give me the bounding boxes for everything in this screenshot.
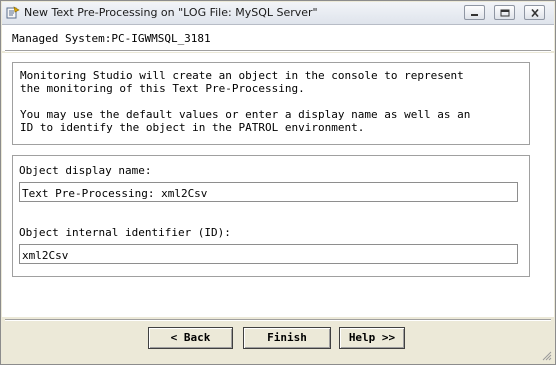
window-title: New Text Pre-Processing on "LOG File: My…	[24, 6, 318, 19]
display-name-input[interactable]	[19, 182, 518, 202]
minimize-icon	[471, 14, 478, 16]
close-button[interactable]	[524, 5, 545, 20]
info-paragraph-1: Monitoring Studio will create an object …	[20, 69, 464, 95]
maximize-button[interactable]	[494, 5, 515, 20]
finish-button[interactable]: Finish	[243, 327, 331, 349]
patrol-app-icon	[6, 6, 20, 19]
header-divider	[5, 50, 551, 52]
display-name-label: Object display name:	[19, 164, 152, 177]
managed-system-header: Managed System:PC-IGWMSQL_3181	[2, 25, 554, 51]
wizard-content: Monitoring Studio will create an object …	[2, 53, 554, 317]
object-id-label: Object internal identifier (ID):	[19, 226, 231, 239]
close-icon	[531, 9, 539, 17]
object-fields-panel: Object display name: Object internal ide…	[12, 155, 530, 277]
title-bar[interactable]: New Text Pre-Processing on "LOG File: My…	[2, 2, 554, 25]
footer-divider	[5, 319, 551, 321]
object-id-input[interactable]	[19, 244, 518, 264]
dialog-window: New Text Pre-Processing on "LOG File: My…	[0, 0, 556, 365]
info-paragraph-2: You may use the default values or enter …	[20, 108, 471, 134]
info-panel: Monitoring Studio will create an object …	[12, 62, 530, 145]
resize-grip-icon[interactable]	[542, 351, 552, 361]
back-button[interactable]: < Back	[148, 327, 233, 349]
managed-system-label: Managed System:PC-IGWMSQL_3181	[12, 32, 211, 45]
help-button[interactable]: Help >>	[339, 327, 405, 349]
maximize-icon	[500, 9, 510, 17]
minimize-button[interactable]	[464, 5, 485, 20]
